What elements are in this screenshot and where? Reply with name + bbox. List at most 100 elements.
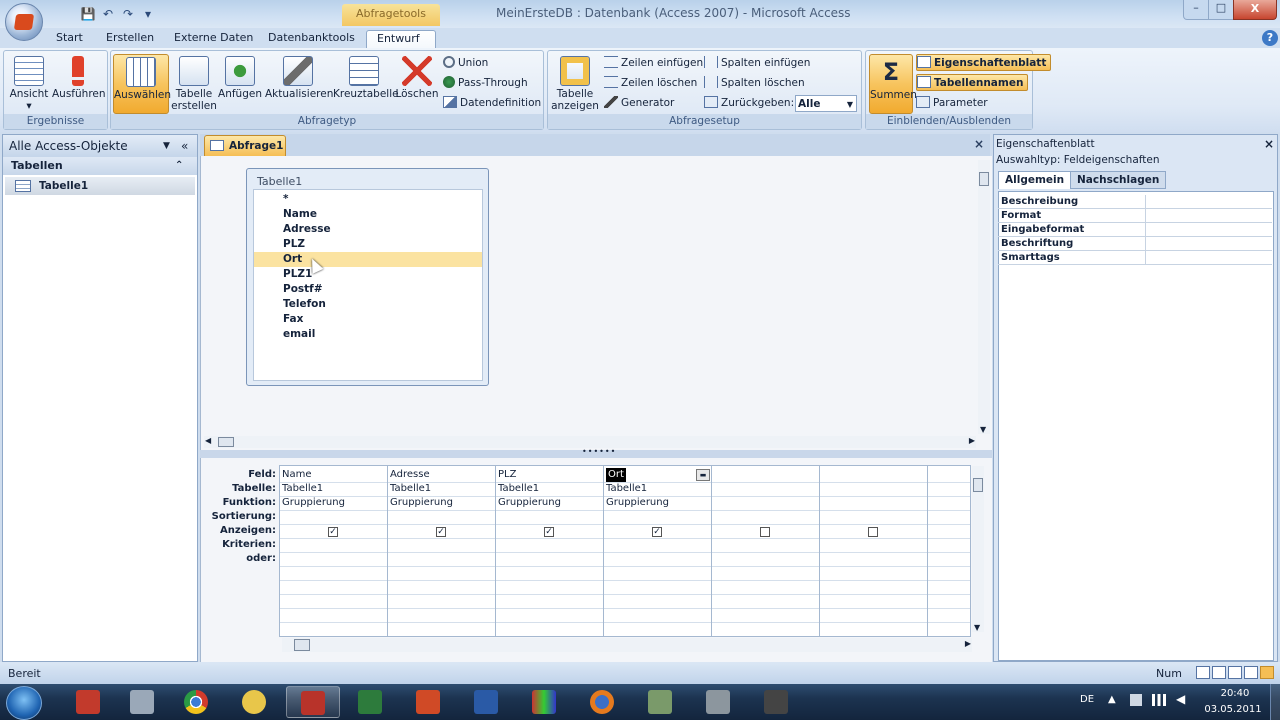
- grid-column-empty[interactable]: [820, 466, 928, 636]
- tab-nachschlagen[interactable]: Nachschlagen: [1070, 171, 1167, 189]
- scroll-thumb[interactable]: [979, 172, 989, 186]
- redo-icon[interactable]: ↷: [120, 6, 136, 22]
- close-document-icon[interactable]: ×: [974, 137, 984, 151]
- property-row[interactable]: Beschreibung: [998, 195, 1272, 209]
- show-hidden-icons-icon[interactable]: ▲: [1108, 694, 1116, 705]
- tabellennamen-button[interactable]: Tabellennamen: [916, 74, 1029, 91]
- eigenschaftenblatt-button[interactable]: Eigenschaftenblatt: [916, 54, 1052, 71]
- minimize-button[interactable]: –: [1183, 0, 1209, 20]
- field-dropdown-button[interactable]: ▬: [696, 469, 710, 481]
- loeschen-button[interactable]: Löschen: [395, 54, 439, 114]
- ausfuehren-button[interactable]: Ausführen: [52, 54, 106, 114]
- field-item[interactable]: Name: [254, 207, 482, 222]
- scroll-thumb[interactable]: [218, 437, 234, 447]
- field-item[interactable]: PLZ1: [254, 267, 482, 282]
- taskbar-app[interactable]: [518, 686, 572, 718]
- scroll-down-arrow-icon[interactable]: ▼: [974, 623, 980, 632]
- volume-icon[interactable]: ◀: [1176, 692, 1185, 706]
- property-row[interactable]: Eingabeformat: [998, 223, 1272, 237]
- field-item[interactable]: Adresse: [254, 222, 482, 237]
- field-item[interactable]: email: [254, 327, 482, 342]
- nav-item-tabelle1[interactable]: Tabelle1: [5, 177, 195, 195]
- pane-splitter[interactable]: ••••••: [200, 447, 992, 458]
- tab-start[interactable]: Start: [46, 30, 93, 48]
- tab-entwurf[interactable]: Entwurf: [366, 30, 436, 48]
- grid-cell-funktion[interactable]: Gruppierung: [282, 496, 345, 510]
- field-list-tabelle1[interactable]: Tabelle1 * Name Adresse PLZ Ort PLZ1 Pos…: [246, 168, 489, 386]
- taskbar-app[interactable]: [576, 686, 630, 718]
- grid-cell-tabelle[interactable]: Tabelle1: [606, 482, 647, 496]
- property-row[interactable]: Smarttags: [998, 251, 1272, 265]
- grid-cell-tabelle[interactable]: Tabelle1: [282, 482, 323, 496]
- datendefinition-button[interactable]: Datendefinition: [443, 95, 541, 112]
- grid-cell-tabelle[interactable]: Tabelle1: [390, 482, 431, 496]
- zeilen-einfuegen-button[interactable]: Zeilen einfügen: [604, 55, 703, 72]
- taskbar-app[interactable]: [344, 686, 398, 718]
- maximize-button[interactable]: □: [1208, 0, 1234, 20]
- grid-cell-feld-selected[interactable]: Ort: [606, 468, 626, 482]
- scroll-thumb[interactable]: [973, 478, 983, 492]
- scroll-left-arrow-icon[interactable]: ◀: [205, 436, 211, 445]
- grid-cell-funktion[interactable]: Gruppierung: [390, 496, 453, 510]
- taskbar-app[interactable]: [116, 686, 170, 718]
- collapse-pane-icon[interactable]: «: [181, 135, 188, 157]
- anzeigen-checkbox[interactable]: ✓: [436, 527, 446, 537]
- scroll-right-arrow-icon[interactable]: ▶: [965, 639, 971, 648]
- aktualisieren-button[interactable]: Aktualisieren: [265, 54, 333, 114]
- grid-cell-feld[interactable]: Adresse: [390, 468, 430, 482]
- undo-icon[interactable]: ↶: [100, 6, 116, 22]
- upper-vertical-scrollbar[interactable]: ▼: [978, 160, 990, 434]
- datasheet-view-icon[interactable]: [1196, 666, 1210, 679]
- collapse-group-icon[interactable]: ⌃: [175, 157, 183, 175]
- grid-cell-tabelle[interactable]: Tabelle1: [498, 482, 539, 496]
- field-item[interactable]: Telefon: [254, 297, 482, 312]
- tab-datenbanktools[interactable]: Datenbanktools: [258, 30, 365, 48]
- auswaehlen-button[interactable]: Auswählen: [113, 54, 171, 114]
- spalten-einfuegen-button[interactable]: Spalten einfügen: [704, 55, 810, 72]
- grid-cell-feld[interactable]: PLZ: [498, 468, 516, 482]
- pivot-chart-view-icon[interactable]: [1228, 666, 1242, 679]
- anzeigen-checkbox[interactable]: [760, 527, 770, 537]
- clock-date[interactable]: 03.05.2011: [1203, 704, 1263, 715]
- zeilen-loeschen-button[interactable]: Zeilen löschen: [604, 75, 697, 92]
- sql-view-icon[interactable]: [1244, 666, 1258, 679]
- scroll-down-arrow-icon[interactable]: ▼: [980, 425, 986, 434]
- grid-column-active[interactable]: Ort ▬ Tabelle1 Gruppierung ✓: [604, 466, 712, 636]
- field-item[interactable]: Fax: [254, 312, 482, 327]
- ansicht-button[interactable]: Ansicht ▾: [7, 54, 51, 114]
- kreuztabelle-button[interactable]: Kreuztabelle: [333, 54, 399, 114]
- summen-button[interactable]: Σ Summen: [869, 54, 917, 114]
- nav-header[interactable]: Alle Access-Objekte ▼ «: [3, 135, 197, 157]
- tabelle-anzeigen-button[interactable]: Tabelle anzeigen: [550, 54, 600, 114]
- field-item-selected[interactable]: Ort: [254, 252, 482, 267]
- taskbar-app[interactable]: [402, 686, 456, 718]
- pivot-table-view-icon[interactable]: [1212, 666, 1226, 679]
- save-icon[interactable]: 💾: [80, 6, 96, 22]
- close-property-sheet-icon[interactable]: ×: [1264, 137, 1274, 151]
- taskbar-app-access[interactable]: [286, 686, 340, 718]
- tab-externe-daten[interactable]: Externe Daten: [164, 30, 263, 48]
- taskbar-app[interactable]: [460, 686, 514, 718]
- design-view-icon[interactable]: [1260, 666, 1274, 679]
- field-item[interactable]: *: [254, 192, 482, 207]
- property-row[interactable]: Beschriftung: [998, 237, 1272, 251]
- anzeigen-checkbox[interactable]: ✓: [652, 527, 662, 537]
- chevron-down-icon[interactable]: ▼: [163, 135, 170, 157]
- tabelle-erstellen-button[interactable]: Tabelle erstellen: [171, 54, 217, 114]
- grid-column[interactable]: PLZ Tabelle1 Gruppierung ✓: [496, 466, 604, 636]
- spalten-loeschen-button[interactable]: Spalten löschen: [704, 75, 805, 92]
- grid-cell-funktion[interactable]: Gruppierung: [606, 496, 669, 510]
- grid-vertical-scrollbar[interactable]: ▼: [972, 466, 984, 632]
- taskbar-app[interactable]: [750, 686, 804, 718]
- grid-cell-feld[interactable]: Name: [282, 468, 312, 482]
- generator-button[interactable]: Generator: [604, 95, 674, 112]
- nav-group-tabellen[interactable]: Tabellen ⌃: [3, 157, 197, 175]
- office-button[interactable]: [5, 3, 43, 41]
- taskbar-app[interactable]: [692, 686, 746, 718]
- taskbar-app[interactable]: [62, 686, 116, 718]
- close-button[interactable]: X: [1233, 0, 1277, 20]
- clock-time[interactable]: 20:40: [1210, 688, 1260, 699]
- help-icon[interactable]: ?: [1262, 30, 1278, 46]
- grid-column[interactable]: Name Tabelle1 Gruppierung ✓: [280, 466, 388, 636]
- zurueckgeben-select[interactable]: Alle ▼: [795, 95, 857, 112]
